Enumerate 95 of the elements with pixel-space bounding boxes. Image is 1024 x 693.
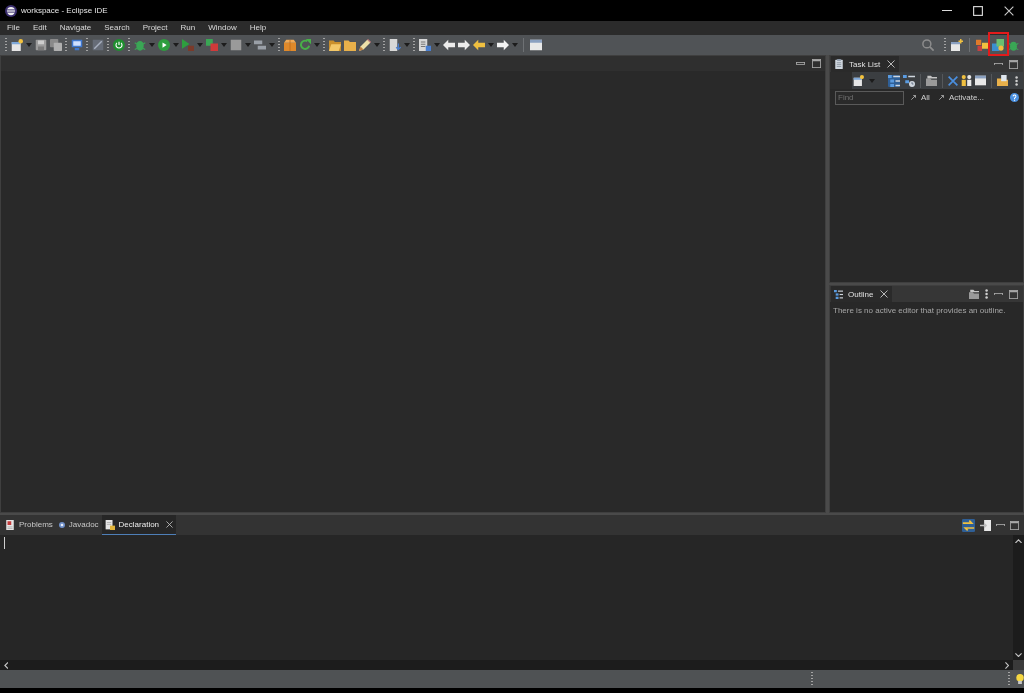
close-icon[interactable] [880, 290, 889, 298]
play-toolbox-icon[interactable] [181, 39, 194, 51]
help-icon[interactable] [1010, 93, 1019, 102]
ring-icon [58, 521, 65, 528]
diagonal-arrow-icon [911, 95, 916, 100]
arrow-right-icon[interactable] [496, 39, 509, 51]
panel-tab[interactable]: Declaration [101, 515, 177, 535]
page-icon [104, 519, 115, 530]
highlight-frame [988, 32, 1009, 56]
grip-handle[interactable] [811, 672, 813, 686]
chevron-up-icon[interactable] [1015, 539, 1022, 544]
document-icon[interactable] [980, 519, 991, 531]
play-icon[interactable] [157, 39, 170, 51]
grip-handle[interactable] [278, 38, 280, 52]
disks-icon[interactable] [49, 39, 62, 51]
bug-icon[interactable] [133, 39, 146, 51]
task-list-tab[interactable]: Task List [831, 56, 900, 72]
window-plus-icon[interactable] [951, 39, 963, 51]
window-icon[interactable] [975, 75, 986, 86]
grip-handle[interactable] [65, 38, 67, 52]
grip-handle[interactable] [383, 38, 385, 52]
slashed-square-icon[interactable] [91, 39, 104, 51]
activate-link[interactable]: Activate... [948, 93, 984, 102]
folder-icon[interactable] [343, 39, 356, 51]
logo-icon [5, 4, 17, 17]
maximize-icon[interactable] [1010, 520, 1019, 530]
stacked-bars-icon[interactable] [253, 39, 266, 51]
window-icon[interactable] [529, 39, 542, 51]
grip-handle[interactable] [944, 38, 946, 52]
new-document-icon[interactable] [10, 39, 23, 51]
folder-icon[interactable] [997, 75, 1008, 86]
refresh-icon[interactable] [298, 39, 311, 51]
maximize-icon[interactable] [812, 59, 821, 68]
chevron-left-icon[interactable] [4, 661, 9, 669]
panel-tab[interactable]: Problems [2, 515, 56, 535]
minimize-icon[interactable] [942, 9, 952, 12]
text-cursor [4, 537, 5, 549]
arrow-left-icon[interactable] [472, 39, 485, 51]
figures-icon[interactable] [961, 75, 972, 86]
box-icon[interactable] [283, 39, 296, 51]
grip-handle[interactable] [86, 38, 88, 52]
filter-link[interactable]: All [921, 93, 930, 102]
grip-handle[interactable] [107, 38, 109, 52]
panel-tab[interactable]: Javadoc [55, 515, 102, 535]
stacked-squares-icon[interactable] [205, 39, 218, 51]
menu-item[interactable]: Project [136, 22, 175, 34]
menu-item[interactable]: Edit [26, 22, 54, 34]
outline-tab[interactable]: Outline [831, 286, 893, 302]
arrow-left-icon[interactable] [442, 39, 455, 51]
square-icon[interactable] [229, 39, 242, 51]
outline-message: There is no active editor that provides an outline. [832, 305, 1007, 317]
clipboard-icon [834, 59, 844, 69]
arrow-right-icon[interactable] [457, 39, 470, 51]
close-icon[interactable] [1004, 5, 1014, 16]
chevron-down-icon[interactable] [1015, 652, 1022, 657]
folder-icon[interactable] [328, 39, 341, 51]
power-icon[interactable] [112, 39, 125, 51]
monitor-icon[interactable] [70, 39, 83, 51]
lightbulb-icon[interactable] [1015, 674, 1024, 684]
grip-handle[interactable] [128, 38, 130, 52]
clock-list-icon[interactable] [903, 74, 915, 87]
document-icon[interactable] [418, 39, 431, 51]
menu-item[interactable]: Window [201, 22, 244, 34]
colored-squares-icon[interactable] [976, 39, 988, 51]
pencil-icon[interactable] [358, 39, 371, 51]
menu-item[interactable]: Search [97, 22, 137, 34]
overlapping-squares-icon[interactable] [992, 39, 1004, 51]
window-title: workspace - Eclipse IDE [21, 6, 108, 15]
close-icon[interactable] [887, 60, 896, 68]
tree-list-icon [834, 289, 843, 299]
folders-icon[interactable] [926, 75, 937, 86]
more-icon[interactable] [984, 289, 988, 299]
vertical-scrollbar[interactable] [1013, 535, 1024, 660]
horizontal-scrollbar[interactable] [0, 660, 1013, 670]
menu-item[interactable]: Run [174, 22, 202, 34]
scrollbar-corner [1013, 660, 1024, 670]
folders-icon[interactable] [968, 289, 979, 299]
diagonal-arrow-icon [938, 95, 944, 100]
grip-handle[interactable] [5, 38, 7, 52]
document-icon[interactable] [388, 39, 401, 51]
page-icon [5, 519, 15, 530]
sync-arrows-icon[interactable] [962, 518, 975, 532]
menu-item[interactable]: Navigate [53, 22, 98, 34]
grip-handle[interactable] [323, 38, 325, 52]
more-icon[interactable] [1014, 75, 1018, 86]
chevron-right-icon[interactable] [1004, 661, 1009, 669]
maximize-icon[interactable] [973, 5, 983, 16]
bug-icon[interactable] [1008, 39, 1019, 51]
menu-item[interactable]: Help [243, 22, 273, 34]
new-document-icon[interactable] [853, 75, 864, 86]
grip-handle[interactable] [1008, 672, 1010, 686]
menu-item[interactable]: File [0, 22, 27, 34]
tree-list-icon[interactable] [888, 74, 900, 87]
grip-handle[interactable] [413, 38, 415, 52]
close-icon[interactable] [166, 521, 174, 528]
